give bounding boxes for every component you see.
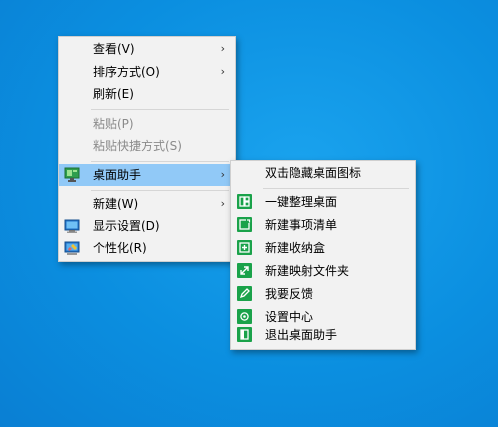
menu-item-label: 粘贴快捷方式(S) [93,139,182,153]
settings-icon [237,309,252,324]
personalize-icon [64,240,80,256]
submenu-hide-icons-hint[interactable]: 双击隐藏桌面图标 [231,162,415,185]
menu-item-label: 显示设置(D) [93,219,160,233]
menu-separator [91,161,229,162]
submenu-item-organize-desktop[interactable]: 一键整理桌面 [231,191,415,214]
desktop-assistant-submenu: 双击隐藏桌面图标 一键整理桌面 新建事项清单 新建收纳盒 新建映射文件夹 我要反… [230,160,416,350]
organize-icon [237,194,252,209]
menu-item-label: 桌面助手 [93,168,142,182]
chevron-right-icon: › [220,197,225,210]
menu-item-display-settings[interactable]: 显示设置(D) [59,215,235,237]
menu-item-desktop-assistant[interactable]: 桌面助手 › [59,164,235,186]
submenu-item-label: 新建映射文件夹 [265,264,350,278]
submenu-item-exit-assistant[interactable]: 退出桌面助手 [231,324,415,347]
menu-separator [263,188,409,189]
menu-item-refresh[interactable]: 刷新(E) [59,83,235,105]
menu-separator [91,109,229,110]
menu-item-label: 刷新(E) [93,87,134,101]
storage-box-icon [237,240,252,255]
menu-item-label: 新建(W) [93,197,139,211]
menu-item-personalize[interactable]: 个性化(R) [59,237,235,259]
menu-item-label: 查看(V) [93,42,135,56]
chevron-right-icon: › [220,65,225,78]
chevron-right-icon: › [220,168,225,181]
submenu-item-new-mapped-folder[interactable]: 新建映射文件夹 [231,260,415,283]
menu-item-paste[interactable]: 粘贴(P) [59,113,235,135]
chevron-right-icon: › [220,42,225,55]
submenu-item-new-storage-box[interactable]: 新建收纳盒 [231,237,415,260]
submenu-item-label: 我要反馈 [265,287,314,301]
submenu-header-label: 双击隐藏桌面图标 [265,166,362,180]
submenu-item-label: 退出桌面助手 [265,328,338,342]
todo-list-icon [237,217,252,232]
menu-item-label: 排序方式(O) [93,65,160,79]
mapped-folder-icon [237,263,252,278]
menu-item-sort-by[interactable]: 排序方式(O) › [59,61,235,83]
submenu-item-label: 一键整理桌面 [265,195,338,209]
submenu-item-label: 新建收纳盒 [265,241,326,255]
menu-item-paste-shortcut[interactable]: 粘贴快捷方式(S) [59,135,235,157]
menu-item-view[interactable]: 查看(V) › [59,38,235,60]
feedback-icon [237,286,252,301]
desktop-assistant-icon [64,167,80,183]
menu-item-label: 粘贴(P) [93,117,134,131]
menu-separator [91,190,229,191]
exit-icon [237,327,252,342]
submenu-item-new-todo-list[interactable]: 新建事项清单 [231,214,415,237]
display-icon [64,218,80,234]
submenu-item-label: 新建事项清单 [265,218,338,232]
submenu-item-feedback[interactable]: 我要反馈 [231,283,415,306]
menu-item-label: 个性化(R) [93,241,147,255]
desktop-context-menu: 查看(V) › 排序方式(O) › 刷新(E) 粘贴(P) 粘贴快捷方式(S) … [58,36,236,262]
menu-item-new[interactable]: 新建(W) › [59,193,235,215]
